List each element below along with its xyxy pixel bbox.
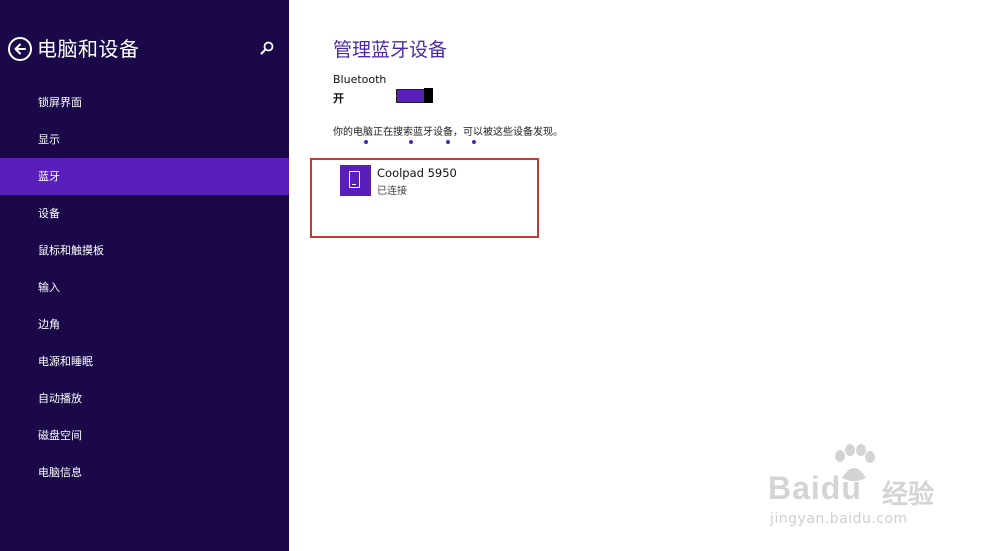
back-arrow-icon xyxy=(14,43,26,55)
phone-icon xyxy=(340,165,371,196)
sidebar-item-lock-screen[interactable]: 锁屏界面 xyxy=(0,84,289,121)
bluetooth-state-text: 开 xyxy=(333,92,344,105)
sidebar-item-typing[interactable]: 输入 xyxy=(0,269,289,306)
sidebar-item-devices[interactable]: 设备 xyxy=(0,195,289,232)
sidebar: 电脑和设备 锁屏界面 显示 蓝牙 设备 鼠标和触摸板 输入 边角 电源和睡眠 自… xyxy=(0,0,289,551)
sidebar-item-autoplay[interactable]: 自动播放 xyxy=(0,380,289,417)
device-item-coolpad[interactable]: Coolpad 5950 已连接 xyxy=(340,165,457,197)
sidebar-item-bluetooth[interactable]: 蓝牙 xyxy=(0,158,289,195)
watermark-brand: Baidu xyxy=(768,470,862,506)
baidu-watermark: Baidu 经验 jingyan.baidu.com xyxy=(764,440,964,530)
watermark-url: jingyan.baidu.com xyxy=(770,511,908,527)
progress-dot xyxy=(364,140,368,144)
page-title: 管理蓝牙设备 xyxy=(333,39,448,61)
device-text: Coolpad 5950 已连接 xyxy=(377,165,457,197)
sidebar-item-display[interactable]: 显示 xyxy=(0,121,289,158)
back-button[interactable] xyxy=(8,37,32,61)
sidebar-item-corners[interactable]: 边角 xyxy=(0,306,289,343)
progress-dot xyxy=(409,140,413,144)
device-status: 已连接 xyxy=(377,186,407,197)
searching-status-text: 你的电脑正在搜索蓝牙设备，可以被这些设备发现。 xyxy=(333,127,563,138)
bluetooth-toggle[interactable] xyxy=(396,88,433,103)
progress-dot xyxy=(472,140,476,144)
paw-icon xyxy=(835,444,875,481)
search-icon xyxy=(260,41,274,55)
device-name: Coolpad 5950 xyxy=(377,166,457,180)
search-button[interactable] xyxy=(259,40,275,56)
bluetooth-label: Bluetooth xyxy=(333,73,387,86)
sidebar-item-pc-info[interactable]: 电脑信息 xyxy=(0,454,289,491)
toggle-knob xyxy=(424,88,433,103)
sidebar-item-disk-space[interactable]: 磁盘空间 xyxy=(0,417,289,454)
progress-dot xyxy=(446,140,450,144)
watermark-cn: 经验 xyxy=(882,480,935,510)
sidebar-title: 电脑和设备 xyxy=(37,37,140,61)
sidebar-nav: 锁屏界面 显示 蓝牙 设备 鼠标和触摸板 输入 边角 电源和睡眠 自动播放 磁盘… xyxy=(0,84,289,491)
sidebar-item-mouse-touchpad[interactable]: 鼠标和触摸板 xyxy=(0,232,289,269)
sidebar-item-power-sleep[interactable]: 电源和睡眠 xyxy=(0,343,289,380)
